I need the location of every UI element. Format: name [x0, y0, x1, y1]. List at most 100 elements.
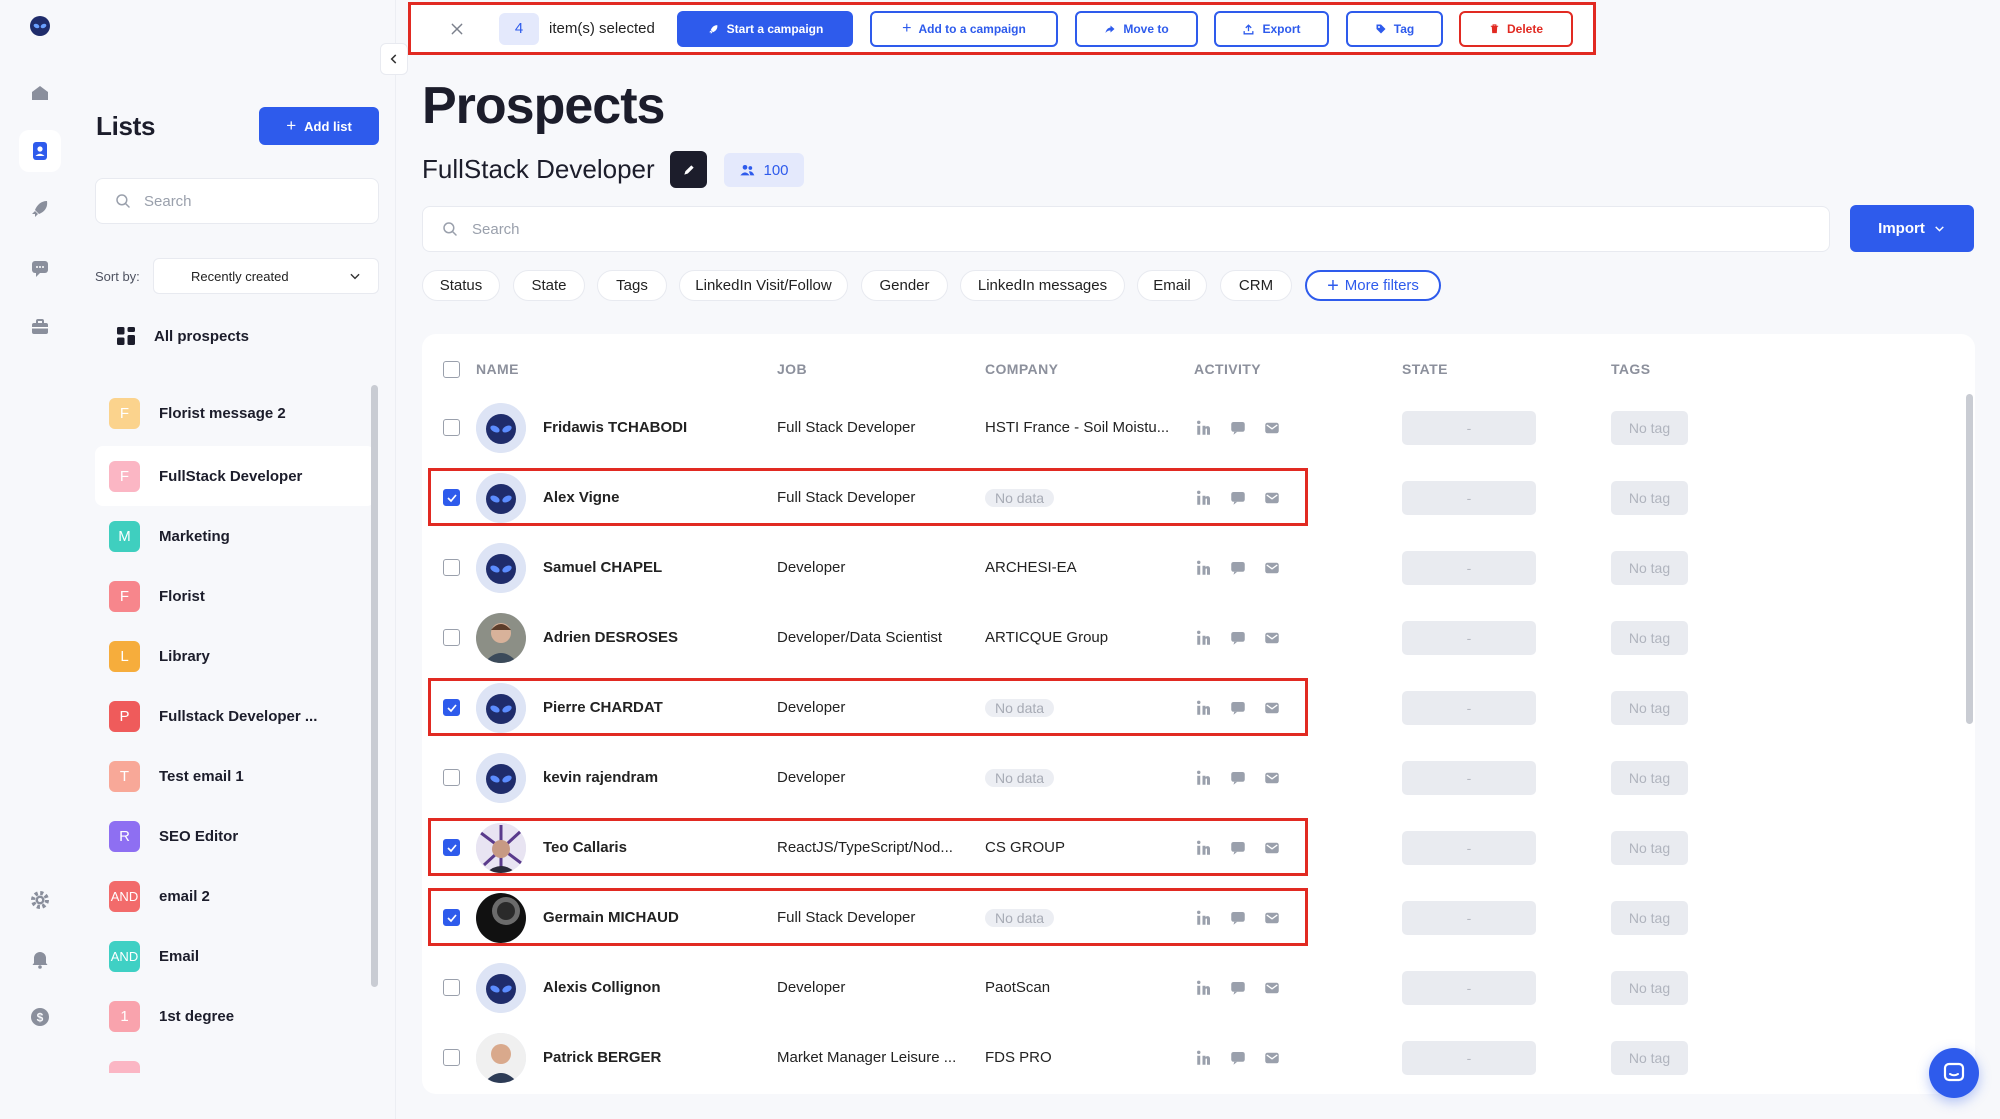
prospect-name[interactable]: kevin rajendram: [543, 769, 763, 786]
tag-pill[interactable]: No tag: [1611, 691, 1688, 725]
list-item[interactable]: P Fullstack Developer ...: [95, 686, 375, 746]
table-scrollbar[interactable]: [1966, 394, 1973, 724]
list-item[interactable]: T Test email 1: [95, 746, 375, 806]
list-item[interactable]: AND Email: [95, 926, 375, 986]
filter-email[interactable]: Email: [1137, 270, 1207, 301]
state-pill[interactable]: -: [1402, 481, 1536, 515]
message-icon[interactable]: [1228, 768, 1248, 788]
row-checkbox[interactable]: [443, 839, 460, 856]
message-icon[interactable]: [1228, 1048, 1248, 1068]
list-item[interactable]: F Florist: [95, 566, 375, 626]
row-checkbox[interactable]: [443, 419, 460, 436]
prospect-name[interactable]: Germain MICHAUD: [543, 909, 763, 926]
add-list-button[interactable]: + Add list: [259, 107, 379, 145]
briefcase-icon[interactable]: [19, 306, 61, 348]
delete-button[interactable]: Delete: [1459, 11, 1573, 47]
state-pill[interactable]: -: [1402, 411, 1536, 445]
message-icon[interactable]: [1228, 418, 1248, 438]
state-pill[interactable]: -: [1402, 761, 1536, 795]
email-icon[interactable]: [1262, 558, 1282, 578]
state-pill[interactable]: -: [1402, 971, 1536, 1005]
linkedin-icon[interactable]: [1194, 488, 1214, 508]
avatar[interactable]: [476, 473, 526, 523]
row-checkbox[interactable]: [443, 909, 460, 926]
linkedin-icon[interactable]: [1194, 1048, 1214, 1068]
tag-pill[interactable]: No tag: [1611, 621, 1688, 655]
state-pill[interactable]: -: [1402, 621, 1536, 655]
state-pill[interactable]: -: [1402, 1041, 1536, 1075]
home-icon[interactable]: [19, 72, 61, 114]
column-header-name[interactable]: NAME: [476, 361, 519, 377]
prospect-name[interactable]: Alexis Collignon: [543, 979, 763, 996]
linkedin-icon[interactable]: [1194, 418, 1214, 438]
list-item[interactable]: L Library: [95, 626, 375, 686]
tag-button[interactable]: Tag: [1346, 11, 1443, 47]
email-icon[interactable]: [1262, 908, 1282, 928]
email-icon[interactable]: [1262, 838, 1282, 858]
filter-crm[interactable]: CRM: [1220, 270, 1292, 301]
email-icon[interactable]: [1262, 768, 1282, 788]
import-button[interactable]: Import: [1850, 205, 1974, 252]
row-checkbox[interactable]: [443, 1049, 460, 1066]
sort-select[interactable]: Recently created: [153, 258, 379, 294]
rocket-icon[interactable]: [19, 188, 61, 230]
linkedin-icon[interactable]: [1194, 698, 1214, 718]
filter-gender[interactable]: Gender: [861, 270, 948, 301]
list-item[interactable]: R SEO Editor: [95, 806, 375, 866]
close-icon[interactable]: [445, 17, 469, 41]
list-item[interactable]: AND email 2: [95, 866, 375, 926]
prospect-name[interactable]: Samuel CHAPEL: [543, 559, 763, 576]
avatar[interactable]: [476, 543, 526, 593]
prospect-name[interactable]: Adrien DESROSES: [543, 629, 763, 646]
gear-icon[interactable]: [19, 879, 61, 921]
column-header-tags[interactable]: TAGS: [1611, 361, 1650, 377]
tag-pill[interactable]: No tag: [1611, 971, 1688, 1005]
list-item[interactable]: M Marketing: [95, 506, 375, 566]
email-icon[interactable]: [1262, 1048, 1282, 1068]
avatar[interactable]: [476, 753, 526, 803]
chat-icon[interactable]: [19, 247, 61, 289]
prospect-name[interactable]: Patrick BERGER: [543, 1049, 763, 1066]
tag-pill[interactable]: No tag: [1611, 551, 1688, 585]
row-checkbox[interactable]: [443, 769, 460, 786]
avatar[interactable]: [476, 893, 526, 943]
row-checkbox[interactable]: [443, 699, 460, 716]
message-icon[interactable]: [1228, 978, 1248, 998]
chat-support-button[interactable]: [1929, 1048, 1979, 1098]
row-checkbox[interactable]: [443, 629, 460, 646]
message-icon[interactable]: [1228, 698, 1248, 718]
filter-status[interactable]: Status: [422, 270, 500, 301]
linkedin-icon[interactable]: [1194, 768, 1214, 788]
tag-pill[interactable]: No tag: [1611, 761, 1688, 795]
linkedin-icon[interactable]: [1194, 978, 1214, 998]
row-checkbox[interactable]: [443, 559, 460, 576]
linkedin-icon[interactable]: [1194, 908, 1214, 928]
tag-pill[interactable]: No tag: [1611, 901, 1688, 935]
state-pill[interactable]: -: [1402, 551, 1536, 585]
alien-logo-icon[interactable]: [19, 5, 61, 47]
column-header-company[interactable]: COMPANY: [985, 361, 1058, 377]
email-icon[interactable]: [1262, 418, 1282, 438]
edit-list-button[interactable]: [670, 151, 707, 188]
linkedin-icon[interactable]: [1194, 628, 1214, 648]
prospect-name[interactable]: Teo Callaris: [543, 839, 763, 856]
collapse-panel-button[interactable]: [380, 43, 408, 75]
tag-pill[interactable]: No tag: [1611, 831, 1688, 865]
avatar[interactable]: [476, 1033, 526, 1083]
tag-pill[interactable]: No tag: [1611, 1041, 1688, 1075]
list-item[interactable]: F Florist message 2: [95, 383, 375, 443]
message-icon[interactable]: [1228, 908, 1248, 928]
start-campaign-button[interactable]: Start a campaign: [677, 11, 853, 47]
bell-icon[interactable]: [19, 938, 61, 980]
list-item[interactable]: F FullStack Developer: [95, 446, 375, 506]
tag-pill[interactable]: No tag: [1611, 411, 1688, 445]
linkedin-icon[interactable]: [1194, 558, 1214, 578]
avatar[interactable]: [476, 683, 526, 733]
row-checkbox[interactable]: [443, 489, 460, 506]
dollar-icon[interactable]: $: [19, 996, 61, 1038]
state-pill[interactable]: -: [1402, 901, 1536, 935]
add-to-campaign-button[interactable]: + Add to a campaign: [870, 11, 1058, 47]
email-icon[interactable]: [1262, 628, 1282, 648]
list-item[interactable]: 1 1st degree: [95, 986, 375, 1046]
all-prospects-item[interactable]: All prospects: [116, 326, 249, 346]
